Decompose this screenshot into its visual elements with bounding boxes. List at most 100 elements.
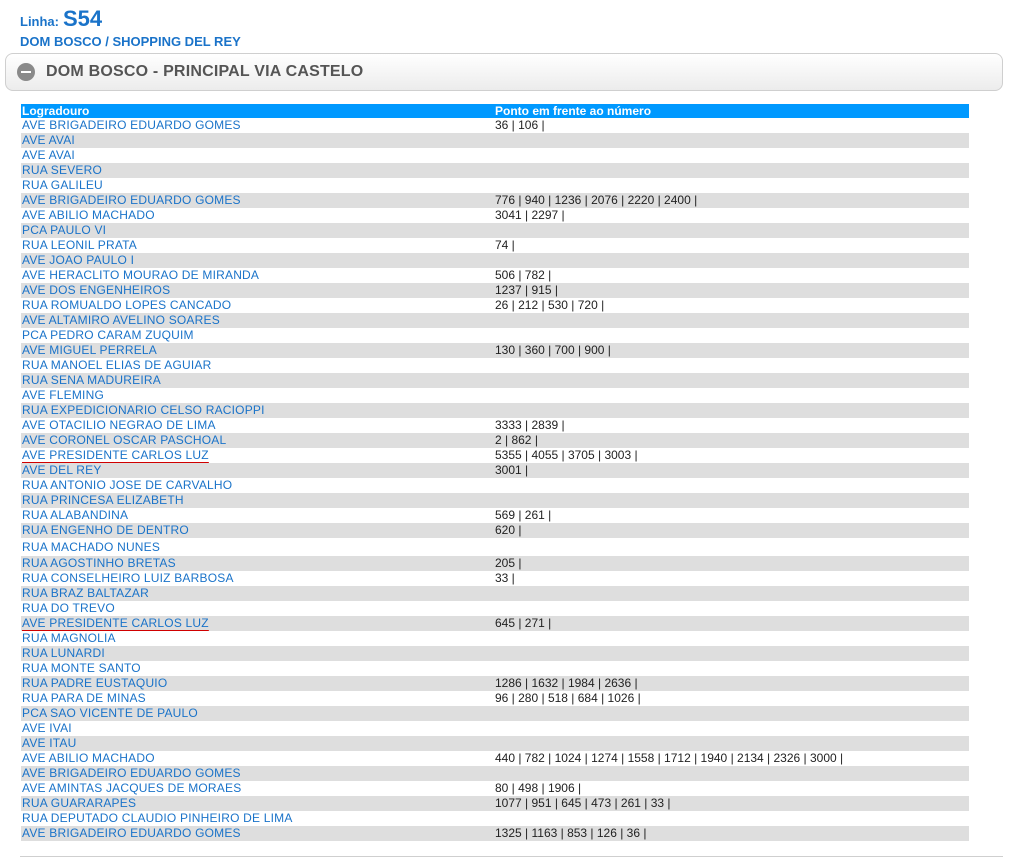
street-link[interactable]: RUA PADRE EUSTAQUIO (22, 676, 167, 690)
street-cell[interactable]: RUA EXPEDICIONARIO CELSO RACIOPPI (21, 403, 494, 418)
street-cell[interactable]: AVE IVAI (21, 721, 494, 736)
street-cell[interactable]: RUA CONSELHEIRO LUIZ BARBOSA (21, 571, 494, 586)
street-link[interactable]: RUA LUNARDI (22, 646, 105, 660)
street-cell[interactable]: RUA ALABANDINA (21, 508, 494, 523)
street-cell[interactable]: RUA MANOEL ELIAS DE AGUIAR (21, 358, 494, 373)
street-link[interactable]: RUA SEVERO (22, 163, 102, 177)
street-cell[interactable]: AVE BRIGADEIRO EDUARDO GOMES (21, 826, 494, 841)
stop-numbers-cell: 130 | 360 | 700 | 900 | (494, 343, 969, 358)
street-cell[interactable]: RUA BRAZ BALTAZAR (21, 586, 494, 601)
street-link[interactable]: RUA PRINCESA ELIZABETH (22, 493, 184, 507)
minus-circle-icon[interactable] (17, 63, 35, 81)
street-cell[interactable]: RUA DEPUTADO CLAUDIO PINHEIRO DE LIMA (21, 811, 494, 826)
street-cell[interactable]: AVE AVAI (21, 133, 494, 148)
street-cell[interactable]: RUA ANTONIO JOSE DE CARVALHO (21, 478, 494, 493)
street-cell[interactable]: PCA PEDRO CARAM ZUQUIM (21, 328, 494, 343)
street-link[interactable]: RUA ANTONIO JOSE DE CARVALHO (22, 478, 232, 492)
street-link[interactable]: AVE PRESIDENTE CARLOS LUZ (22, 448, 209, 462)
street-cell[interactable]: AVE ALTAMIRO AVELINO SOARES (21, 313, 494, 328)
street-link[interactable]: RUA BRAZ BALTAZAR (22, 586, 149, 600)
street-cell[interactable]: RUA SENA MADUREIRA (21, 373, 494, 388)
street-cell[interactable]: RUA GALILEU (21, 178, 494, 193)
street-link[interactable]: AVE BRIGADEIRO EDUARDO GOMES (22, 826, 241, 840)
stop-numbers-cell: 80 | 498 | 1906 | (494, 781, 969, 796)
street-link[interactable]: AVE PRESIDENTE CARLOS LUZ (22, 616, 209, 630)
street-cell[interactable]: AVE AVAI (21, 148, 494, 163)
street-cell[interactable]: AVE AMINTAS JACQUES DE MORAES (21, 781, 494, 796)
street-cell[interactable]: AVE PRESIDENTE CARLOS LUZ (21, 448, 494, 463)
street-link[interactable]: RUA ENGENHO DE DENTRO (22, 523, 189, 537)
street-link[interactable]: PCA SAO VICENTE DE PAULO (22, 706, 198, 720)
street-cell[interactable]: RUA AGOSTINHO BRETAS (21, 556, 494, 571)
street-link[interactable]: RUA AGOSTINHO BRETAS (22, 556, 176, 570)
street-cell[interactable]: AVE BRIGADEIRO EDUARDO GOMES (21, 193, 494, 208)
street-link[interactable]: AVE IVAI (22, 721, 72, 735)
street-link[interactable]: RUA EXPEDICIONARIO CELSO RACIOPPI (22, 403, 265, 417)
street-link[interactable]: AVE ITAU (22, 736, 77, 750)
street-cell[interactable]: RUA MONTE SANTO (21, 661, 494, 676)
street-cell[interactable]: AVE ABILIO MACHADO (21, 208, 494, 223)
street-cell[interactable]: AVE DEL REY (21, 463, 494, 478)
street-link[interactable]: AVE OTACILIO NEGRAO DE LIMA (22, 418, 216, 432)
street-cell[interactable]: AVE ABILIO MACHADO (21, 751, 494, 766)
street-cell[interactable]: RUA DO TREVO (21, 601, 494, 616)
street-link[interactable]: PCA PAULO VI (22, 223, 106, 237)
street-cell[interactable]: AVE HERACLITO MOURAO DE MIRANDA (21, 268, 494, 283)
street-link[interactable]: RUA MACHADO NUNES (22, 540, 160, 554)
street-link[interactable]: AVE ABILIO MACHADO (22, 208, 155, 222)
street-link[interactable]: RUA MONTE SANTO (22, 661, 141, 675)
street-cell[interactable]: AVE ITAU (21, 736, 494, 751)
street-cell[interactable]: RUA SEVERO (21, 163, 494, 178)
street-cell[interactable]: AVE MIGUEL PERRELA (21, 343, 494, 358)
street-link[interactable]: RUA ROMUALDO LOPES CANCADO (22, 298, 231, 312)
street-link[interactable]: RUA CONSELHEIRO LUIZ BARBOSA (22, 571, 234, 585)
street-link[interactable]: RUA MANOEL ELIAS DE AGUIAR (22, 358, 211, 372)
street-cell[interactable]: RUA ROMUALDO LOPES CANCADO (21, 298, 494, 313)
street-link[interactable]: AVE FLEMING (22, 388, 104, 402)
street-link[interactable]: AVE AVAI (22, 133, 75, 147)
street-link[interactable]: AVE AMINTAS JACQUES DE MORAES (22, 781, 241, 795)
street-cell[interactable]: RUA MAGNOLIA (21, 631, 494, 646)
street-link[interactable]: RUA GALILEU (22, 178, 103, 192)
street-cell[interactable]: RUA PADRE EUSTAQUIO (21, 676, 494, 691)
street-link[interactable]: AVE BRIGADEIRO EDUARDO GOMES (22, 118, 241, 132)
street-cell[interactable]: AVE CORONEL OSCAR PASCHOAL (21, 433, 494, 448)
street-link[interactable]: AVE HERACLITO MOURAO DE MIRANDA (22, 268, 259, 282)
street-link[interactable]: RUA PARA DE MINAS (22, 691, 146, 705)
street-link[interactable]: AVE BRIGADEIRO EDUARDO GOMES (22, 766, 241, 780)
street-cell[interactable]: AVE DOS ENGENHEIROS (21, 283, 494, 298)
street-cell[interactable]: RUA LEONIL PRATA (21, 238, 494, 253)
section-accordion-header[interactable]: DOM BOSCO - PRINCIPAL VIA CASTELO (5, 53, 1003, 91)
street-cell[interactable]: AVE OTACILIO NEGRAO DE LIMA (21, 418, 494, 433)
street-cell[interactable]: RUA GUARARAPES (21, 796, 494, 811)
street-link[interactable]: AVE CORONEL OSCAR PASCHOAL (22, 433, 226, 447)
street-link[interactable]: AVE DOS ENGENHEIROS (22, 283, 170, 297)
street-link[interactable]: PCA PEDRO CARAM ZUQUIM (22, 328, 194, 342)
street-link[interactable]: AVE MIGUEL PERRELA (22, 343, 157, 357)
street-link[interactable]: AVE DEL REY (22, 463, 102, 477)
street-cell[interactable]: AVE PRESIDENTE CARLOS LUZ (21, 616, 494, 631)
street-link[interactable]: AVE BRIGADEIRO EDUARDO GOMES (22, 193, 241, 207)
street-link[interactable]: RUA DO TREVO (22, 601, 115, 615)
street-cell[interactable]: PCA PAULO VI (21, 223, 494, 238)
street-link[interactable]: RUA MAGNOLIA (22, 631, 116, 645)
street-cell[interactable]: RUA PARA DE MINAS (21, 691, 494, 706)
street-cell[interactable]: AVE BRIGADEIRO EDUARDO GOMES (21, 766, 494, 781)
street-link[interactable]: AVE JOAO PAULO I (22, 253, 134, 267)
street-cell[interactable]: RUA ENGENHO DE DENTRO (21, 523, 494, 538)
street-link[interactable]: AVE ALTAMIRO AVELINO SOARES (22, 313, 220, 327)
street-link[interactable]: RUA DEPUTADO CLAUDIO PINHEIRO DE LIMA (22, 811, 293, 825)
street-cell[interactable]: RUA LUNARDI (21, 646, 494, 661)
street-cell[interactable]: PCA SAO VICENTE DE PAULO (21, 706, 494, 721)
street-link[interactable]: RUA ALABANDINA (22, 508, 128, 522)
street-link[interactable]: RUA SENA MADUREIRA (22, 373, 161, 387)
street-link[interactable]: RUA GUARARAPES (22, 796, 136, 810)
street-link[interactable]: AVE AVAI (22, 148, 75, 162)
street-cell[interactable]: RUA PRINCESA ELIZABETH (21, 493, 494, 508)
street-cell[interactable]: AVE BRIGADEIRO EDUARDO GOMES (21, 118, 494, 133)
street-cell[interactable]: AVE FLEMING (21, 388, 494, 403)
street-cell[interactable]: RUA MACHADO NUNES (21, 538, 494, 556)
street-link[interactable]: AVE ABILIO MACHADO (22, 751, 155, 765)
street-cell[interactable]: AVE JOAO PAULO I (21, 253, 494, 268)
street-link[interactable]: RUA LEONIL PRATA (22, 238, 137, 252)
